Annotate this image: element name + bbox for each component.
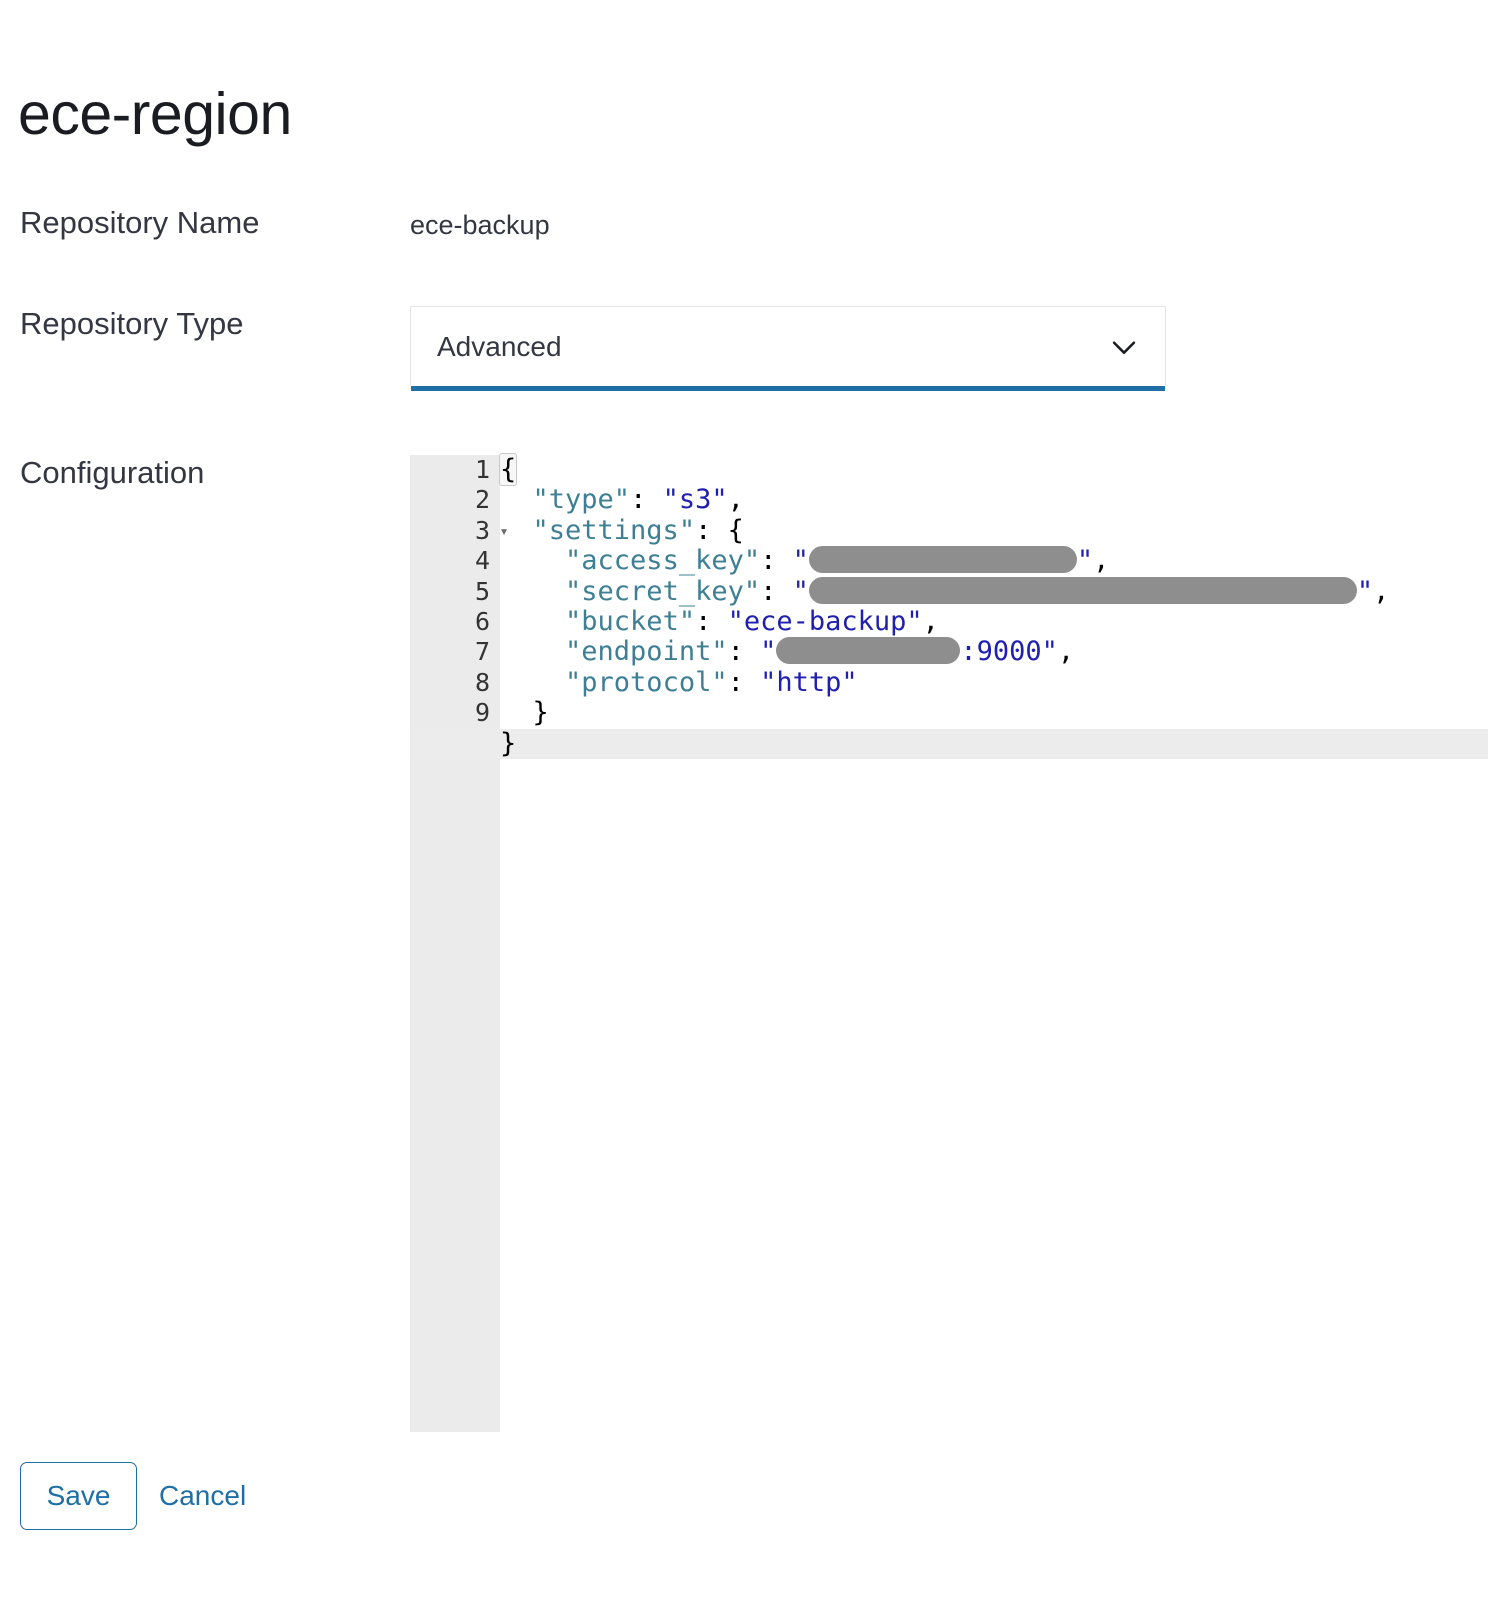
json-string-value: :9000" bbox=[960, 636, 1058, 667]
json-string-value: " bbox=[793, 576, 809, 607]
json-string-value: "ece-backup" bbox=[728, 606, 923, 637]
json-punctuation: , bbox=[1373, 576, 1389, 607]
json-key: "type" bbox=[533, 484, 631, 515]
line-number-text: 1 bbox=[475, 455, 490, 484]
editor-line-number-gutter: 1▾23▾45678910 bbox=[410, 455, 500, 1432]
editor-line-number: 3▾ bbox=[410, 516, 500, 546]
json-punctuation: } bbox=[500, 728, 516, 759]
editor-code-line: } bbox=[410, 729, 1488, 759]
redaction-bar bbox=[776, 637, 960, 664]
json-punctuation: : { bbox=[695, 515, 744, 546]
json-key: "settings" bbox=[533, 515, 696, 546]
json-punctuation: } bbox=[533, 697, 549, 728]
json-string-value: "s3" bbox=[663, 484, 728, 515]
repository-type-label: Repository Type bbox=[20, 306, 243, 342]
code-indent bbox=[500, 697, 533, 728]
editor-code-line: "settings": { bbox=[500, 516, 1488, 546]
json-key: "endpoint" bbox=[565, 636, 728, 667]
repository-name-label: Repository Name bbox=[20, 205, 259, 241]
code-indent bbox=[500, 667, 565, 698]
form-actions: Save Cancel bbox=[0, 1462, 1488, 1542]
line-number-text: 8 bbox=[475, 668, 490, 697]
repository-type-selected-value: Advanced bbox=[437, 307, 562, 387]
editor-code-line: "bucket": "ece-backup", bbox=[500, 607, 1488, 637]
json-punctuation: : bbox=[695, 606, 728, 637]
json-punctuation: , bbox=[728, 484, 744, 515]
editor-line-number: 6 bbox=[410, 607, 500, 637]
json-key: "bucket" bbox=[565, 606, 695, 637]
editor-line-number: 8 bbox=[410, 668, 500, 698]
repository-name-control: ece-backup bbox=[410, 205, 550, 245]
line-number-text: 6 bbox=[475, 607, 490, 636]
line-number-text: 7 bbox=[475, 637, 490, 666]
json-punctuation: , bbox=[1093, 545, 1109, 576]
repository-type-control: Advanced bbox=[410, 306, 1166, 386]
save-button[interactable]: Save bbox=[20, 1462, 137, 1530]
editor-line-number: 7 bbox=[410, 637, 500, 667]
json-punctuation: : bbox=[760, 545, 793, 576]
json-punctuation: : bbox=[728, 636, 761, 667]
code-indent bbox=[500, 545, 565, 576]
json-key: "secret_key" bbox=[565, 576, 760, 607]
editor-code-line: } bbox=[500, 698, 1488, 728]
editor-line-number: 1▾ bbox=[410, 455, 500, 485]
page-title: ece-region bbox=[18, 82, 292, 147]
code-indent bbox=[500, 636, 565, 667]
line-number-text: 9 bbox=[475, 698, 490, 727]
editor-code-line: "secret_key": " ", bbox=[500, 577, 1488, 607]
repository-type-select[interactable]: Advanced bbox=[410, 306, 1166, 386]
repository-name-value: ece-backup bbox=[410, 205, 550, 245]
code-indent bbox=[500, 576, 565, 607]
editor-line-number: 9 bbox=[410, 698, 500, 728]
json-punctuation: : bbox=[728, 667, 761, 698]
code-indent bbox=[500, 515, 533, 546]
json-string-value: " bbox=[760, 636, 776, 667]
editor-code-area[interactable]: { "type": "s3", "settings": { "access_ke… bbox=[500, 455, 1488, 1432]
line-number-text: 4 bbox=[475, 546, 490, 575]
editor-code-line: "endpoint": " :9000", bbox=[500, 637, 1488, 667]
json-key: "protocol" bbox=[565, 667, 728, 698]
editor-code-line: "type": "s3", bbox=[500, 485, 1488, 515]
configuration-code-editor[interactable]: 1▾23▾45678910 { "type": "s3", "settings"… bbox=[0, 455, 1488, 1435]
json-punctuation: , bbox=[1058, 636, 1074, 667]
redaction-bar bbox=[809, 546, 1077, 573]
editor-code-line: { bbox=[500, 455, 1488, 485]
json-string-value: " bbox=[1077, 545, 1093, 576]
json-punctuation: : bbox=[630, 484, 663, 515]
code-indent bbox=[500, 484, 533, 515]
editor-line-number: 5 bbox=[410, 577, 500, 607]
code-indent bbox=[500, 606, 565, 637]
editor-line-number: 2 bbox=[410, 485, 500, 515]
json-string-value: " bbox=[1357, 576, 1373, 607]
json-string-value: "http" bbox=[760, 667, 858, 698]
editor-code-line: "access_key": " ", bbox=[500, 546, 1488, 576]
editor-code-line: "protocol": "http" bbox=[500, 668, 1488, 698]
cancel-button[interactable]: Cancel bbox=[159, 1462, 246, 1530]
matching-brace: { bbox=[500, 454, 516, 485]
json-string-value: " bbox=[793, 545, 809, 576]
json-punctuation: : bbox=[760, 576, 793, 607]
redaction-bar bbox=[809, 577, 1357, 604]
line-number-text: 5 bbox=[475, 577, 490, 606]
chevron-down-icon bbox=[1107, 330, 1141, 364]
line-number-text: 3 bbox=[475, 516, 490, 545]
line-number-text: 2 bbox=[475, 485, 490, 514]
editor-line-number: 4 bbox=[410, 546, 500, 576]
json-punctuation: , bbox=[923, 606, 939, 637]
json-key: "access_key" bbox=[565, 545, 760, 576]
